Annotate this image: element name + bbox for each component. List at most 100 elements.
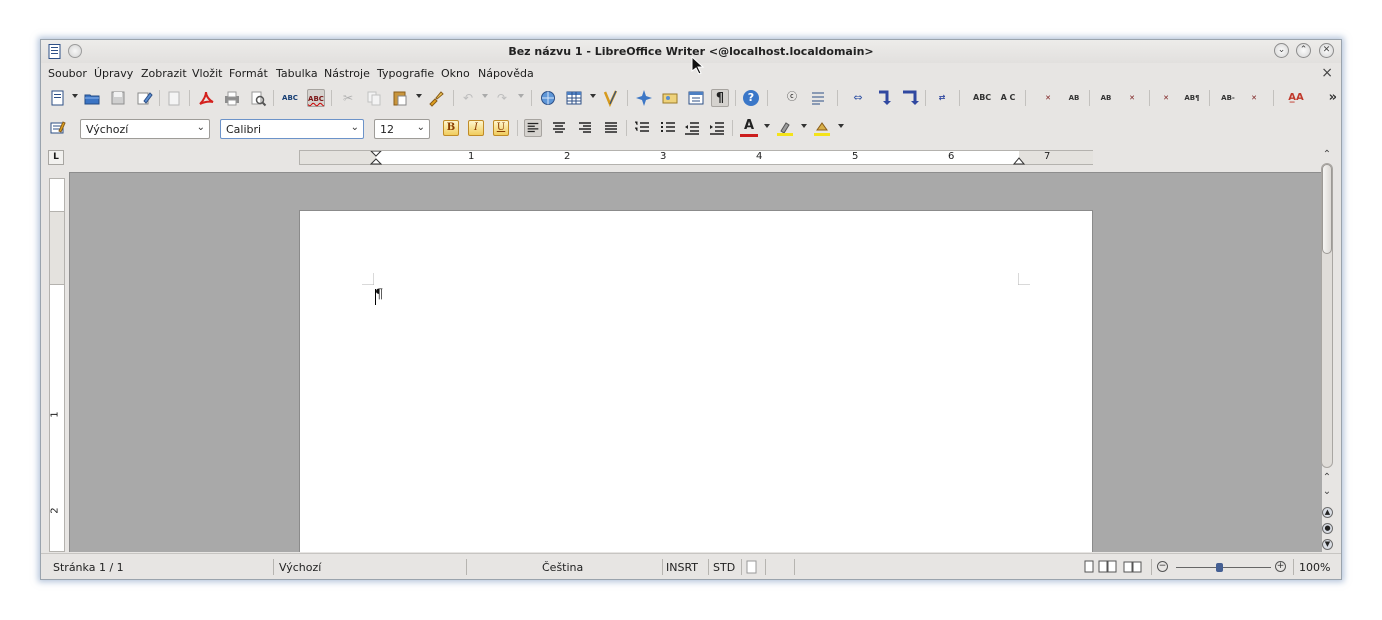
font-color-icon[interactable]: A — [740, 119, 758, 137]
hyperlink-icon[interactable] — [539, 89, 557, 107]
font-size-select[interactable]: 12 ⌄ — [374, 119, 430, 139]
italic-button[interactable]: I — [468, 120, 484, 136]
increase-indent-icon[interactable] — [708, 119, 726, 137]
menu-format[interactable]: Formát — [229, 67, 268, 80]
text-direction-icon[interactable] — [809, 89, 827, 107]
redo-icon[interactable]: ↷ — [493, 89, 511, 107]
menu-nastroje[interactable]: Nástroje — [324, 67, 370, 80]
bold-button[interactable]: B — [443, 120, 459, 136]
paragraph-join-icon[interactable]: AB¶ — [1183, 89, 1201, 107]
navigator-icon[interactable] — [635, 89, 653, 107]
font-name-select[interactable]: Calibri ⌄ — [220, 119, 364, 139]
tab-type-button[interactable]: L — [48, 150, 64, 165]
nbsp-icon[interactable]: ABC — [973, 89, 991, 107]
underline-button[interactable]: U — [493, 120, 509, 136]
background-color-dropdown-icon[interactable] — [838, 124, 844, 128]
undo-dropdown-icon[interactable] — [482, 94, 488, 98]
new-document-icon[interactable] — [49, 89, 67, 107]
zoom-in-icon[interactable]: + — [1275, 561, 1286, 572]
more-tools-button[interactable]: » — [1329, 90, 1337, 105]
numbering-icon[interactable] — [633, 119, 651, 137]
right-indent-marker-icon[interactable] — [1013, 156, 1025, 165]
insert-mode[interactable]: INSRT — [666, 561, 698, 574]
zoom-slider-thumb[interactable] — [1216, 563, 1223, 572]
document-modified-icon[interactable] — [746, 560, 758, 574]
font-color-dropdown-icon[interactable] — [764, 124, 770, 128]
page-indicator[interactable]: Stránka 1 / 1 — [53, 561, 124, 574]
spaces-icon[interactable]: AB — [1065, 89, 1083, 107]
multi-page-view-icon[interactable] — [1098, 560, 1118, 574]
remove-extra-spaces-icon[interactable]: ✕ — [1039, 89, 1057, 107]
print-preview-icon[interactable] — [249, 89, 267, 107]
draw-functions-icon[interactable] — [601, 89, 619, 107]
redo-dropdown-icon[interactable] — [518, 94, 524, 98]
close-window-button[interactable]: ✕ — [1319, 43, 1334, 58]
help-icon[interactable]: ? — [743, 90, 759, 106]
resize-horizontal-icon[interactable]: ⇔ — [849, 89, 867, 107]
menu-vlozit[interactable]: Vložit — [192, 67, 222, 80]
table-dropdown-icon[interactable] — [590, 94, 596, 98]
clone-formatting-icon[interactable] — [427, 89, 445, 107]
align-right-icon[interactable] — [576, 119, 594, 137]
scrollbar-track[interactable] — [1321, 163, 1333, 468]
bullets-icon[interactable] — [659, 119, 677, 137]
remove-line-breaks-icon[interactable]: ✕ — [1157, 89, 1175, 107]
menu-tabulka[interactable]: Tabulka — [276, 67, 318, 80]
copy-icon[interactable] — [365, 89, 383, 107]
next-page-icon[interactable]: ▼ — [1322, 539, 1333, 550]
tabs-icon[interactable]: AB — [1097, 89, 1115, 107]
spellcheck-icon[interactable]: ABC — [281, 89, 299, 107]
autospellcheck-icon[interactable]: ABC — [307, 89, 325, 107]
highlighting-icon[interactable] — [776, 119, 794, 137]
scroll-up-arrow-icon[interactable]: ⌃ — [1321, 472, 1333, 486]
align-center-icon[interactable] — [550, 119, 568, 137]
new-dropdown-icon[interactable] — [72, 94, 78, 98]
paste-icon[interactable] — [391, 89, 409, 107]
cut-icon[interactable]: ✂ — [339, 89, 357, 107]
zoom-level[interactable]: 100% — [1299, 561, 1330, 574]
insert-special-char-icon[interactable]: ⓒ — [783, 89, 801, 107]
open-icon[interactable] — [83, 89, 101, 107]
horizontal-ruler[interactable]: 1 2 3 4 5 6 7 — [299, 150, 1093, 165]
zoom-out-icon[interactable]: − — [1157, 561, 1168, 572]
maximize-button[interactable]: ⌃ — [1296, 43, 1311, 58]
vertical-scrollbar[interactable]: ⌃ ⌃ ⌄ ▲ ● ▼ — [1319, 147, 1335, 552]
vertical-ruler[interactable]: 1 2 — [49, 178, 65, 552]
remove-hyphen-icon[interactable]: ✕ — [1245, 89, 1263, 107]
menu-soubor[interactable]: Soubor — [48, 67, 87, 80]
single-page-view-icon[interactable] — [1083, 560, 1095, 574]
table-icon[interactable] — [565, 89, 583, 107]
decrease-indent-icon[interactable] — [683, 119, 701, 137]
scrollbar-thumb[interactable] — [1322, 164, 1332, 254]
document-page[interactable]: ¶ — [299, 210, 1093, 552]
selection-mode[interactable]: STD — [713, 561, 735, 574]
previous-page-icon[interactable]: ▲ — [1322, 507, 1333, 518]
scroll-down-arrow-icon[interactable]: ⌄ — [1321, 486, 1333, 500]
gallery-icon[interactable] — [661, 89, 679, 107]
export-pdf-icon[interactable] — [197, 89, 215, 107]
formatting-marks-icon[interactable]: ¶ — [711, 89, 729, 107]
document-workspace[interactable]: ¶ — [69, 172, 1322, 552]
navigation-icon[interactable]: ● — [1322, 523, 1333, 534]
minimize-button[interactable]: ⌄ — [1274, 43, 1289, 58]
close-document-button[interactable]: × — [1321, 65, 1333, 81]
menu-okno[interactable]: Okno — [441, 67, 470, 80]
indent-marker-icon[interactable] — [370, 151, 382, 165]
unit-conversion-icon[interactable]: ⇄ — [933, 89, 951, 107]
align-left-icon[interactable] — [524, 119, 542, 137]
document-icon[interactable] — [165, 89, 183, 107]
menu-upravy[interactable]: Úpravy — [94, 67, 133, 80]
menu-napoveda[interactable]: Nápověda — [478, 67, 534, 80]
background-color-icon[interactable] — [813, 119, 831, 137]
page-break-icon[interactable] — [901, 89, 919, 107]
print-icon[interactable] — [223, 89, 241, 107]
zoom-slider-track[interactable] — [1176, 567, 1271, 568]
line-break-icon[interactable] — [875, 89, 893, 107]
book-view-icon[interactable] — [1123, 560, 1143, 574]
hyphen-icon[interactable]: AB- — [1219, 89, 1237, 107]
styles-icon[interactable] — [49, 119, 67, 137]
menu-zobrazit[interactable]: Zobrazit — [141, 67, 187, 80]
paragraph-style-select[interactable]: Výchozí ⌄ — [80, 119, 210, 139]
edit-file-icon[interactable] — [135, 89, 153, 107]
paste-dropdown-icon[interactable] — [416, 94, 422, 98]
